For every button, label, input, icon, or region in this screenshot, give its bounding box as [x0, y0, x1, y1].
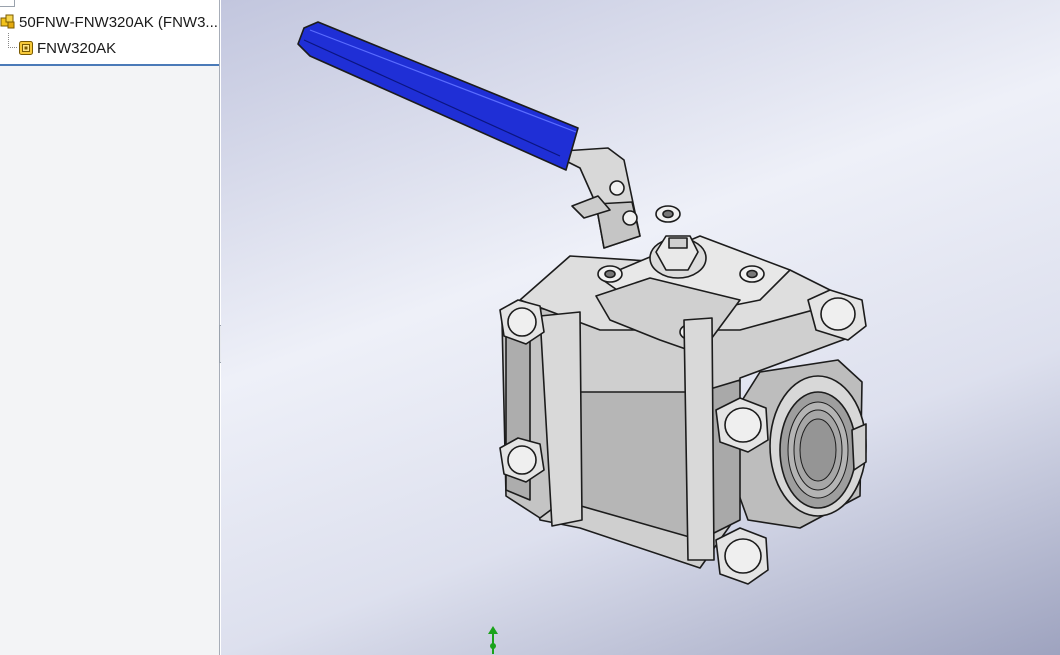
feature-tree-header: 50FNW-FNW320AK (FNW3... FNW320AK: [0, 0, 219, 66]
solidworks-window: 50FNW-FNW320AK (FNW3... FNW320AK: [0, 0, 1060, 655]
assembly-icon: [0, 14, 16, 30]
feature-tree-panel[interactable]: 50FNW-FNW320AK (FNW3... FNW320AK: [0, 0, 220, 655]
tree-scroll-stub: [0, 0, 15, 7]
tree-connector-line: [8, 33, 17, 48]
part-icon: [18, 40, 34, 56]
tree-node-assembly[interactable]: 50FNW-FNW320AK (FNW3...: [0, 11, 218, 33]
tree-node-part-label: FNW320AK: [37, 39, 117, 57]
graphics-viewport[interactable]: [221, 0, 1060, 655]
tree-node-part[interactable]: FNW320AK: [18, 37, 116, 59]
y-axis-triad-icon: [483, 624, 503, 655]
blue-lever-handle: [297, 21, 579, 171]
tree-node-assembly-label: 50FNW-FNW320AK (FNW3...: [19, 13, 218, 31]
ball-valve-model[interactable]: [221, 0, 1060, 655]
